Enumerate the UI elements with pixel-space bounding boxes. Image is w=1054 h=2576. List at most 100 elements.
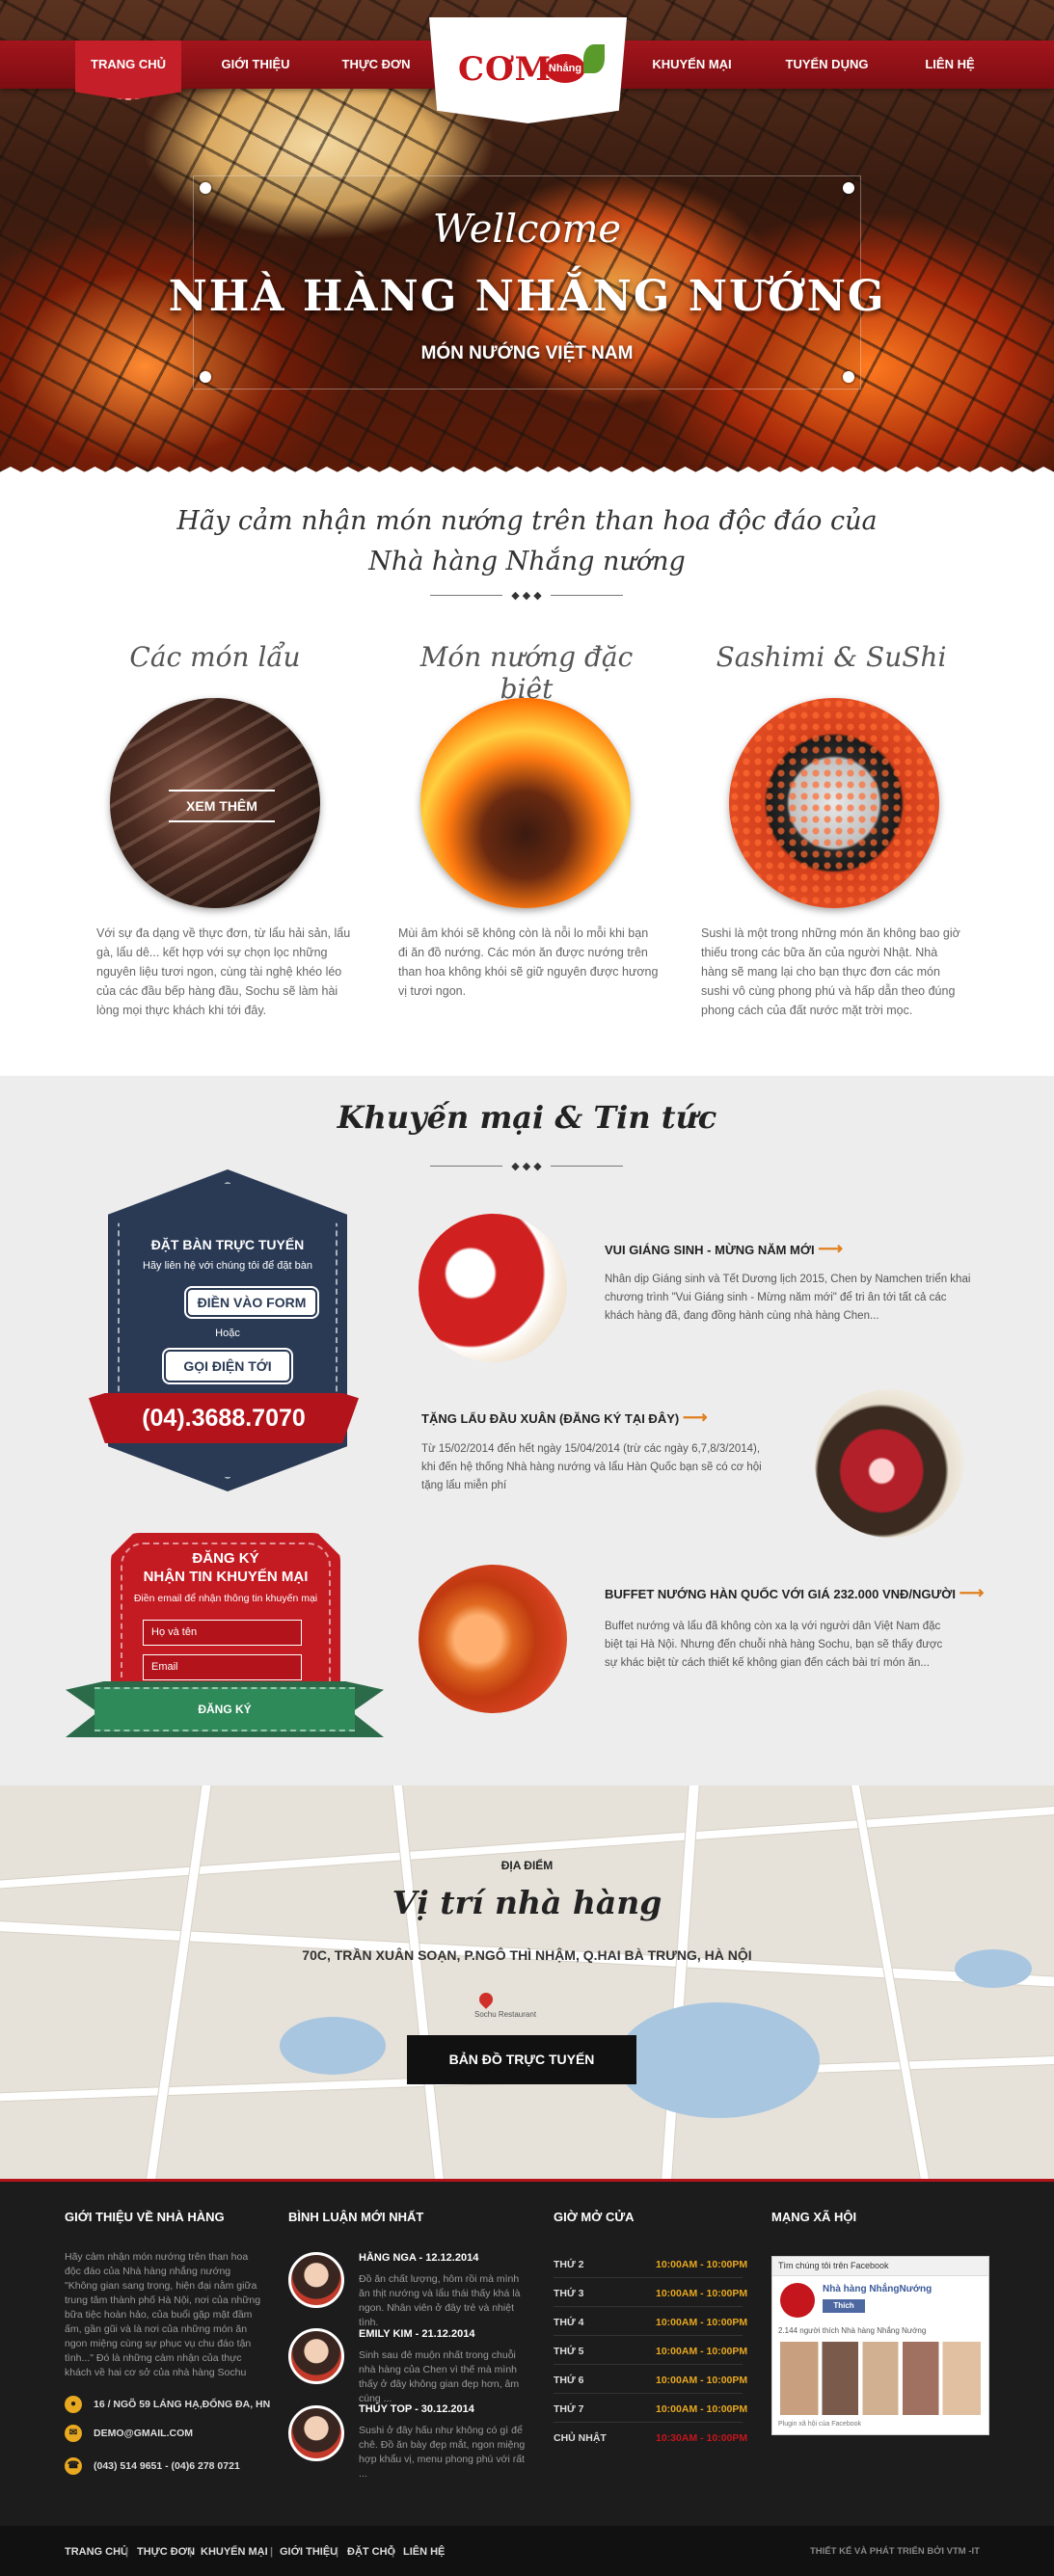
feature-title-hotpot: Các món lẩu	[129, 641, 301, 673]
bottom-link-menu[interactable]: THỰC ĐƠN	[137, 2546, 195, 2558]
fill-form-button[interactable]: ĐIỀN VÀO FORM	[186, 1288, 317, 1317]
fb-page-name[interactable]: Nhà hàng NhắngNướng	[823, 2284, 932, 2294]
comment-text-3: Sushi ở đây hấu như không có gì để chê. …	[359, 2425, 526, 2480]
footer-about-title: GIỚI THIỆU VỀ NHÀ HÀNG	[65, 2210, 225, 2224]
hours-time: 10:30AM - 10:00PM	[656, 2432, 748, 2444]
footer-social-title: MẠNG XÃ HỘI	[771, 2210, 857, 2224]
signup-button[interactable]: ĐĂNG KÝ	[95, 1687, 355, 1731]
page: TRANG CHỦ GIỚI THIỆU THỰC ĐƠN KHUYẾN MẠI…	[0, 0, 1054, 2576]
ornament-icon: ◆ ◆ ◆	[511, 590, 542, 602]
nav-promotions[interactable]: KHUYẾN MẠI	[636, 40, 747, 89]
hours-day: THỨ 5	[554, 2346, 584, 2357]
section-divider: ◆ ◆ ◆	[430, 1161, 623, 1172]
news-title-3[interactable]: BUFFET NƯỚNG HÀN QUỐC VỚI GIÁ 232.000 VN…	[605, 1583, 984, 1603]
footer-address: 16 / NGÕ 59 LÁNG HẠ,ĐỐNG ĐA, HN	[94, 2399, 271, 2410]
footer-about-text: Hãy cảm nhận món nướng trên than hoa độc…	[65, 2251, 261, 2378]
booking-title: ĐẶT BÀN TRỰC TUYẾN	[150, 1237, 305, 1252]
logo-text: CƠM	[458, 50, 553, 89]
bottom-link-contact[interactable]: LIÊN HỆ	[403, 2546, 445, 2558]
hero-title: NHÀ HÀNG NHẮNG NƯỚNG	[168, 272, 886, 321]
location-icon: ●	[65, 2396, 82, 2413]
site-logo[interactable]: CƠM Nhắng	[429, 17, 627, 123]
location-map[interactable]	[0, 1785, 1054, 2179]
comment-text-1: Đồ ăn chất lượng, hôm rồi mà mình ăn thị…	[359, 2273, 521, 2328]
news-text-2: Từ 15/02/2014 đến hết ngày 15/04/2014 (t…	[421, 1443, 762, 1491]
footer-email[interactable]: DEMO@GMAIL.COM	[94, 2427, 193, 2441]
grill-image[interactable]	[420, 698, 631, 908]
name-field[interactable]: Họ và tên	[143, 1620, 302, 1646]
promo-heading: Khuyến mại & Tin tức	[337, 1099, 717, 1136]
hero-subtitle: MÓN NƯỚNG VIỆT NAM	[420, 343, 634, 363]
sushi-image[interactable]	[729, 698, 939, 908]
bottom-link-promotions[interactable]: KHUYẾN MẠI	[201, 2546, 268, 2558]
avatar	[288, 2405, 344, 2461]
section-divider: ◆ ◆ ◆	[430, 590, 623, 602]
rivet-icon	[200, 371, 211, 383]
feature-title-sushi: Sashimi & SuShi	[716, 641, 947, 673]
hours-day: THỨ 4	[554, 2317, 584, 2328]
lake	[617, 2002, 820, 2118]
comment-author-2: EMILY KIM - 21.12.2014	[359, 2328, 475, 2340]
credit-text: THIẾT KẾ VÀ PHÁT TRIỂN BỞI VTM -IT	[810, 2546, 980, 2557]
arrow-right-icon: ⟶	[682, 1408, 708, 1427]
hours-time: 10:00AM - 10:00PM	[656, 2317, 748, 2328]
news-image-hotpot[interactable]	[815, 1389, 963, 1538]
fb-fans-grid	[780, 2342, 981, 2415]
bottom-link-booking[interactable]: ĐẶT CHỖ	[347, 2546, 395, 2558]
feature-text-sushi: Sushi là một trong những món ăn không ba…	[701, 926, 960, 1017]
arrow-right-icon: ⟶	[818, 1239, 844, 1258]
fb-like-button[interactable]: Thích	[823, 2299, 865, 2313]
fb-plugin-label: Plugin xã hội của Facebook	[778, 2421, 861, 2428]
map-address: 70C, TRẦN XUÂN SOẠN, P.NGÔ THÌ NHẬM, Q.H…	[302, 1947, 752, 1963]
map-title: Vị trí nhà hàng	[392, 1884, 662, 1921]
fb-header: Tìm chúng tôi trên Facebook	[772, 2257, 988, 2276]
footer-comments-title: BÌNH LUẬN MỚI NHẤT	[288, 2210, 424, 2224]
nav-careers[interactable]: TUYỂN DỤNG	[771, 40, 882, 89]
fb-page-avatar	[780, 2283, 815, 2318]
intro-line-2: Nhà hàng Nhắng nướng	[368, 547, 686, 577]
online-map-button[interactable]: BẢN ĐỒ TRỰC TUYẾN	[407, 2035, 636, 2084]
intro-heading: Hãy cảm nhận món nướng trên than hoa độc…	[0, 501, 1054, 582]
call-button[interactable]: GỌI ĐIỆN TỚI	[164, 1350, 291, 1382]
hours-day: THỨ 2	[554, 2259, 584, 2270]
hours-day: CHỦ NHẬT	[554, 2432, 607, 2444]
intro-line-1: Hãy cảm nhận món nướng trên than hoa độc…	[176, 506, 878, 536]
rivet-icon	[843, 182, 854, 194]
avatar	[288, 2252, 344, 2308]
hours-time: 10:00AM - 10:00PM	[656, 2346, 748, 2357]
feature-text-grill: Mùi âm khói sẽ không còn là nỗi lo mỗi k…	[398, 926, 659, 998]
comment-text-2: Sinh sau đẻ muộn nhất trong chuỗi nhà hà…	[359, 2349, 520, 2404]
news-title-2[interactable]: TẶNG LẨU ĐẦU XUÂN (ĐĂNG KÝ TẠI ĐÂY) ⟶	[421, 1408, 708, 1428]
hours-day: THỨ 6	[554, 2375, 584, 2386]
news-text-3: Buffet nướng và lẩu đã không còn xa lạ v…	[605, 1621, 943, 1669]
facebook-widget[interactable]: Tìm chúng tôi trên Facebook Nhà hàng Nhắ…	[771, 2256, 989, 2435]
hours-time: 10:00AM - 10:00PM	[656, 2288, 748, 2299]
email-field[interactable]: Email	[143, 1654, 302, 1680]
logo-badge: Nhắng	[545, 54, 585, 83]
see-more-button[interactable]: XEM THÊM	[169, 790, 275, 822]
hours-time: 10:00AM - 10:00PM	[656, 2259, 748, 2270]
nav-home[interactable]: TRANG CHỦ	[75, 40, 181, 89]
phone-icon: ☎	[65, 2457, 82, 2475]
news-title-1[interactable]: VUI GIÁNG SINH - MỪNG NĂM MỚI ⟶	[605, 1239, 843, 1259]
fb-like-count: 2.144 người thích Nhà hàng Nhắng Nướng	[778, 2326, 927, 2335]
hero-welcome: Wellcome	[432, 207, 622, 252]
feature-title-grill: Món nướng đặc biệt	[419, 641, 634, 705]
news-image-buffet[interactable]	[419, 1565, 567, 1713]
bottom-link-home[interactable]: TRANG CHỦ	[65, 2546, 128, 2558]
leaf-icon	[583, 44, 605, 73]
bottom-link-about[interactable]: GIỚI THIỆU	[280, 2546, 338, 2558]
footer-phone: (043) 514 9651 - (04)6 278 0721	[94, 2460, 240, 2472]
signup-title-1: ĐĂNG KÝ	[192, 1550, 259, 1567]
signup-title-2: NHẬN TIN KHUYẾN MẠI	[143, 1569, 309, 1585]
map-label: ĐỊA ĐIỂM	[500, 1859, 554, 1872]
nav-contact[interactable]: LIÊN HỆ	[902, 40, 998, 89]
comment-author-1: HẰNG NGA - 12.12.2014	[359, 2252, 479, 2264]
hours-day: THỨ 3	[554, 2288, 584, 2299]
nav-about[interactable]: GIỚI THIỆU	[203, 40, 309, 89]
nav-menu[interactable]: THỰC ĐƠN	[323, 40, 429, 89]
news-image-christmas[interactable]	[419, 1214, 567, 1362]
mail-icon: ✉	[65, 2425, 82, 2442]
footer-hours-title: GIỜ MỞ CỬA	[554, 2210, 635, 2224]
phone-ribbon[interactable]: (04).3688.7070	[89, 1393, 359, 1443]
